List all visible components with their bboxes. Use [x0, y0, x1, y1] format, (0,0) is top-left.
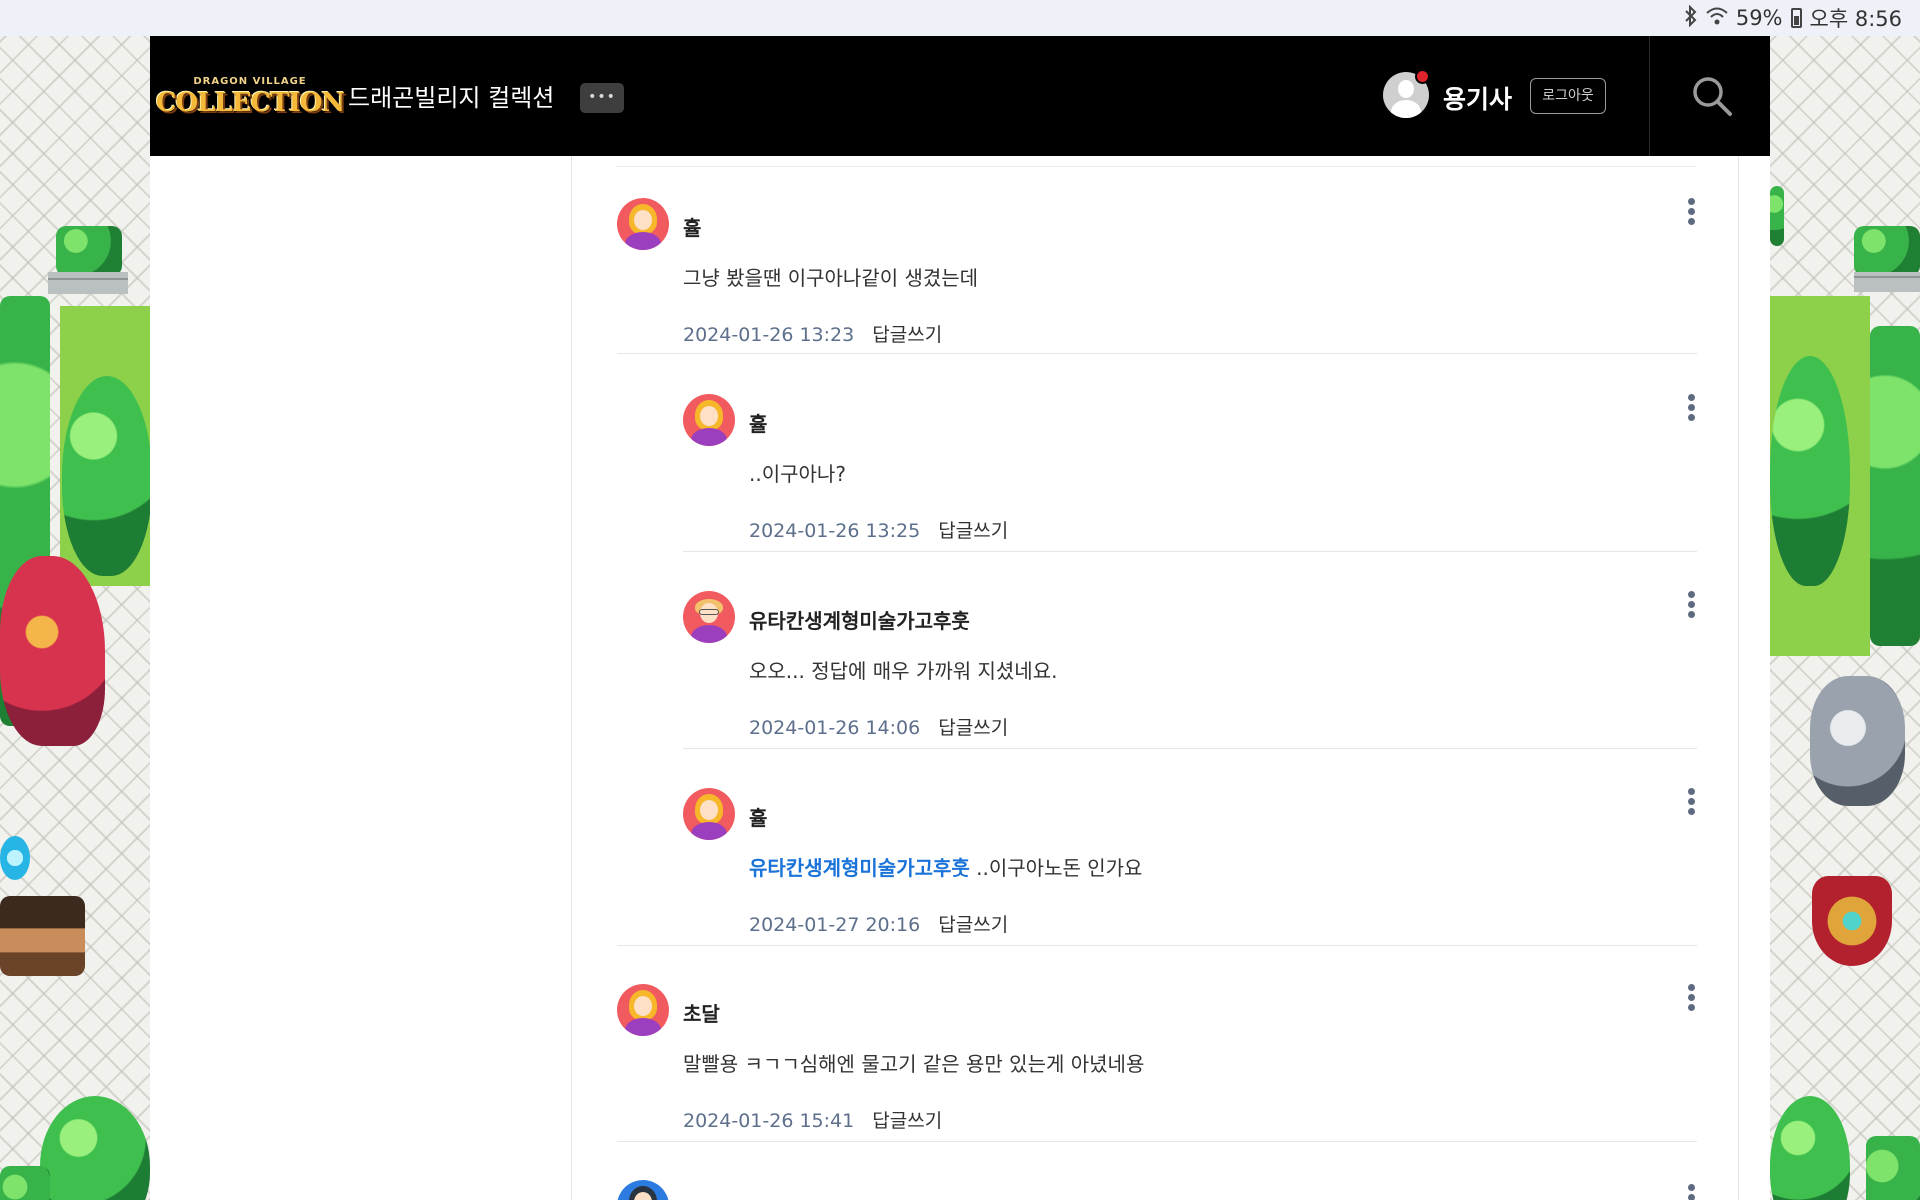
logo-subtitle: DRAGON VILLAGE [193, 75, 307, 87]
comment-author[interactable]: 유타칸생계형미술가고후훗 [749, 605, 970, 634]
logo-title: COLLECTION [155, 87, 345, 118]
comment-panel: 휼 그냥 봤을땐 이구아나같이 생겼는데 2024-01-26 13:23 답글… [571, 156, 1739, 1200]
more-options-button[interactable] [1685, 984, 1697, 1012]
comment-text: 말빨용 ㅋㄱㄱ심해엔 물고기 같은 용만 있는게 아녔네용 [683, 1052, 1145, 1076]
more-options-button[interactable] [1685, 1184, 1697, 1200]
blue-avatar[interactable] [617, 1180, 669, 1200]
hedge-decoration [1770, 186, 1784, 246]
search-icon [1693, 77, 1732, 116]
user-mention-link[interactable]: 유타칸생계형미술가고후훗 [749, 856, 970, 880]
top-navigation-bar: DRAGON VILLAGE COLLECTION 드래곤빌리지 컬렉션 •••… [150, 36, 1770, 156]
hedge-decoration [1854, 226, 1920, 276]
tree-decoration [1770, 356, 1850, 586]
comment-item: 휼 그냥 봤을땐 이구아나같이 생겼는데 2024-01-26 13:23 답글… [617, 198, 1697, 354]
tree-decoration [40, 1096, 150, 1200]
reply-item: 휼 ..이구아나? 2024-01-26 13:25 답글쓰기 [683, 394, 1697, 552]
site-title[interactable]: 드래곤빌리지 컬렉션 [348, 78, 554, 113]
hedge-decoration [56, 226, 122, 276]
reply-button[interactable]: 답글쓰기 [938, 717, 1008, 739]
comment-text: 그냥 봤을땐 이구아나같이 생겼는데 [683, 266, 979, 290]
divider [683, 551, 1697, 552]
comment-text: ..이구아나? [749, 462, 846, 486]
stone-wall [48, 272, 128, 294]
reply-button[interactable]: 답글쓰기 [872, 324, 942, 346]
hedge-decoration [0, 1166, 50, 1200]
app-window: DRAGON VILLAGE COLLECTION 드래곤빌리지 컬렉션 •••… [150, 36, 1770, 1200]
reply-button[interactable]: 답글쓰기 [872, 1110, 942, 1132]
shield-emblem-sprite [1812, 876, 1892, 966]
more-menu-button[interactable]: ••• [580, 83, 624, 113]
wifi-icon [1706, 6, 1728, 31]
battery-percent: 59% [1735, 6, 1783, 30]
notification-dot [1415, 69, 1430, 84]
girl-avatar[interactable] [683, 788, 735, 840]
site-logo[interactable]: DRAGON VILLAGE COLLECTION [156, 72, 345, 122]
comment-date: 2024-01-26 13:25 [749, 520, 921, 542]
comment-date: 2024-01-26 15:41 [683, 1110, 855, 1132]
divider [617, 353, 1697, 354]
search-button[interactable] [1690, 74, 1734, 118]
comment-body: ..이구아노돈 인가요 [969, 856, 1143, 880]
comment-meta: 2024-01-26 13:23 답글쓰기 [683, 320, 942, 347]
bluetooth-icon [1684, 4, 1698, 32]
divider [1649, 36, 1650, 156]
comment-author[interactable]: 휼 [749, 802, 767, 831]
battery-icon [1790, 8, 1802, 28]
comment-meta: 2024-01-26 13:25 답글쓰기 [749, 516, 1008, 543]
silver-dragon-sprite [1810, 676, 1905, 806]
hedge-decoration [1870, 326, 1920, 646]
hedge-decoration [1866, 1136, 1920, 1200]
comment-meta: 2024-01-26 14:06 답글쓰기 [749, 713, 1008, 740]
tree-decoration [1770, 1096, 1850, 1200]
comment-meta: 2024-01-27 20:16 답글쓰기 [749, 910, 1008, 937]
status-bar: 59% 오후 8:56 [0, 0, 1920, 36]
comment-item: 초달 말빨용 ㅋㄱㄱ심해엔 물고기 같은 용만 있는게 아녔네용 2024-01… [617, 984, 1697, 1142]
reply-button[interactable]: 답글쓰기 [938, 520, 1008, 542]
reply-item: 유타칸생계형미술가고후훗 오오... 정답에 매우 가까워 지셨네요. 2024… [683, 591, 1697, 749]
comment-text: 유타칸생계형미술가고후훗 ..이구아노돈 인가요 [749, 852, 1142, 881]
comment-author[interactable]: 휼 [749, 408, 767, 437]
clock: 오후 8:56 [1809, 7, 1902, 31]
more-options-button[interactable] [1685, 198, 1697, 226]
reply-item: 휼 유타칸생계형미술가고후훗 ..이구아노돈 인가요 2024-01-27 20… [617, 788, 1697, 946]
game-background-right [1770, 36, 1920, 1200]
comment-author[interactable]: 초달 [683, 998, 720, 1027]
girl-avatar[interactable] [683, 394, 735, 446]
comment-item-partial [617, 1180, 1697, 1200]
divider [683, 748, 1697, 749]
balloon-sprite [0, 836, 30, 880]
more-options-button[interactable] [1685, 394, 1697, 422]
reply-button[interactable]: 답글쓰기 [938, 914, 1008, 936]
game-background-left [0, 36, 150, 1200]
logout-button[interactable]: 로그아웃 [1530, 78, 1606, 114]
comment-date: 2024-01-26 14:06 [749, 717, 921, 739]
stone-wall [1854, 272, 1920, 292]
character-sprite [0, 896, 85, 976]
divider [616, 166, 1696, 167]
tree-decoration [62, 376, 150, 576]
girl-avatar[interactable] [617, 198, 669, 250]
divider [617, 945, 1697, 946]
girl-avatar[interactable] [617, 984, 669, 1036]
comment-meta: 2024-01-26 15:41 답글쓰기 [683, 1106, 942, 1133]
comment-date: 2024-01-26 13:23 [683, 324, 855, 346]
red-dragon-sprite [0, 556, 105, 746]
comment-author[interactable]: 휼 [683, 212, 701, 241]
glasses-avatar[interactable] [683, 591, 735, 643]
divider [617, 1141, 1697, 1142]
comment-date: 2024-01-27 20:16 [749, 914, 921, 936]
more-options-button[interactable] [1685, 591, 1697, 619]
username[interactable]: 용기사 [1443, 80, 1512, 116]
comment-text: 오오... 정답에 매우 가까워 지셨네요. [749, 659, 1058, 683]
more-options-button[interactable] [1685, 788, 1697, 816]
